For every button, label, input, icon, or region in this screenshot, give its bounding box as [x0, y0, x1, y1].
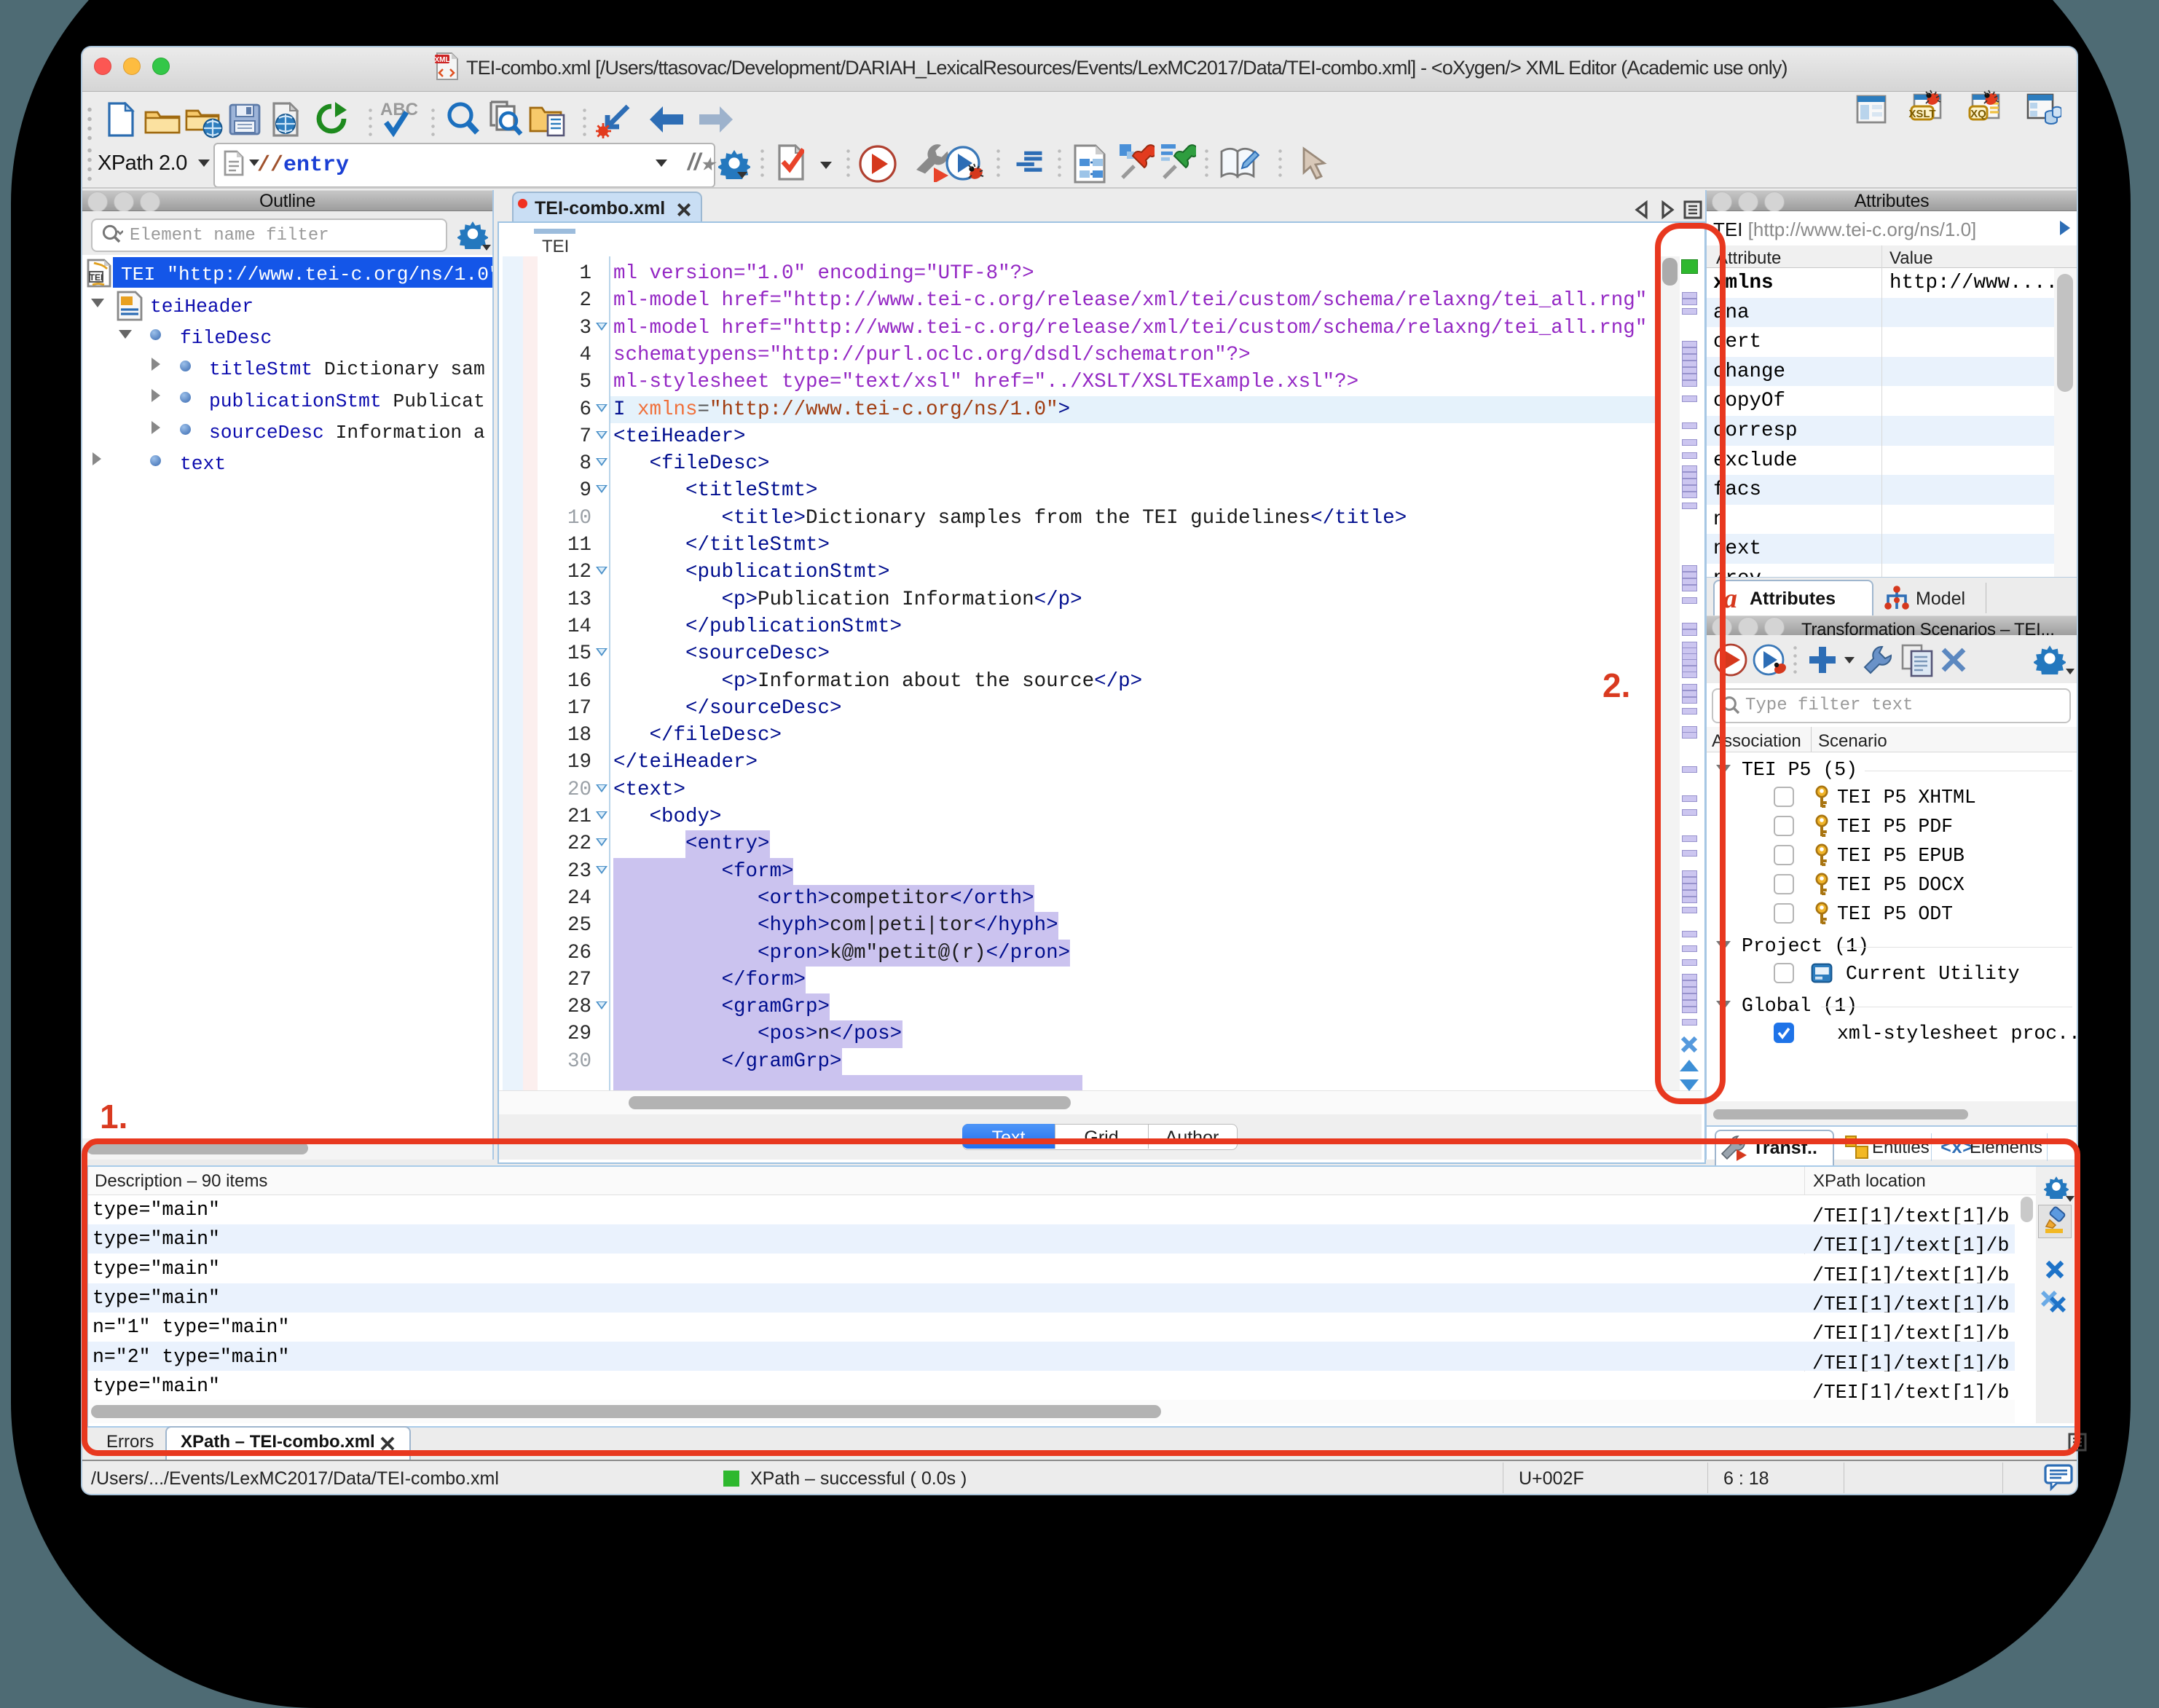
svg-text:XML: XML [434, 56, 449, 64]
svg-text:XQ: XQ [1970, 108, 1986, 120]
svg-text:ABC: ABC [380, 100, 418, 119]
svg-text:XSLT: XSLT [1908, 108, 1935, 120]
svg-text:TEI: TEI [90, 272, 103, 283]
